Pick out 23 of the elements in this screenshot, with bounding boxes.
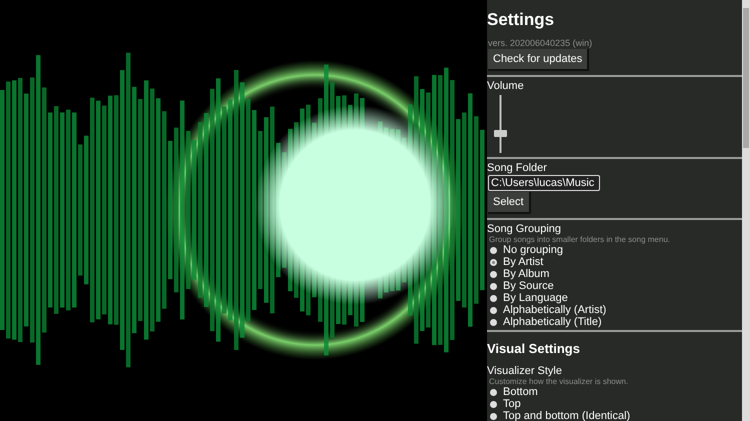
visualizer-style-label: Visualizer Style (487, 365, 563, 377)
visual-settings-title: Visual Settings (487, 341, 581, 356)
settings-title: Settings (487, 10, 556, 30)
select-button[interactable]: Select (488, 192, 531, 214)
radio-option[interactable]: By Album (490, 268, 742, 280)
radio-option[interactable]: Alphabetically (Artist) (490, 304, 742, 316)
radio-option[interactable]: Bottom (490, 386, 742, 398)
scrollbar[interactable] (742, 0, 750, 421)
song-grouping-hint: Group songs into smaller folders in the song menu. (489, 235, 671, 244)
radio-option[interactable]: No grouping (490, 244, 742, 256)
version-text: vers. 202006040235 (win) (488, 38, 594, 48)
visualizer-style-hint: Customize how the visualizer is shown. (489, 377, 630, 386)
song-grouping-label: Song Grouping (487, 223, 562, 235)
radio-option[interactable]: Top (490, 398, 742, 410)
radio-option[interactable]: Top and bottom (Identical) (490, 410, 742, 421)
radio-option[interactable]: Alphabetically (Title) (490, 316, 742, 328)
volume-label: Volume (487, 80, 525, 92)
radio-option[interactable]: By Artist (490, 256, 742, 268)
song-folder-label: Song Folder (487, 162, 548, 174)
radio-option[interactable]: By Source (490, 280, 742, 292)
check-updates-button[interactable]: Check for updates (488, 49, 590, 71)
radio-option[interactable]: By Language (490, 292, 742, 304)
folder-input-field[interactable]: C:\Users\lucas\Music (488, 175, 600, 191)
